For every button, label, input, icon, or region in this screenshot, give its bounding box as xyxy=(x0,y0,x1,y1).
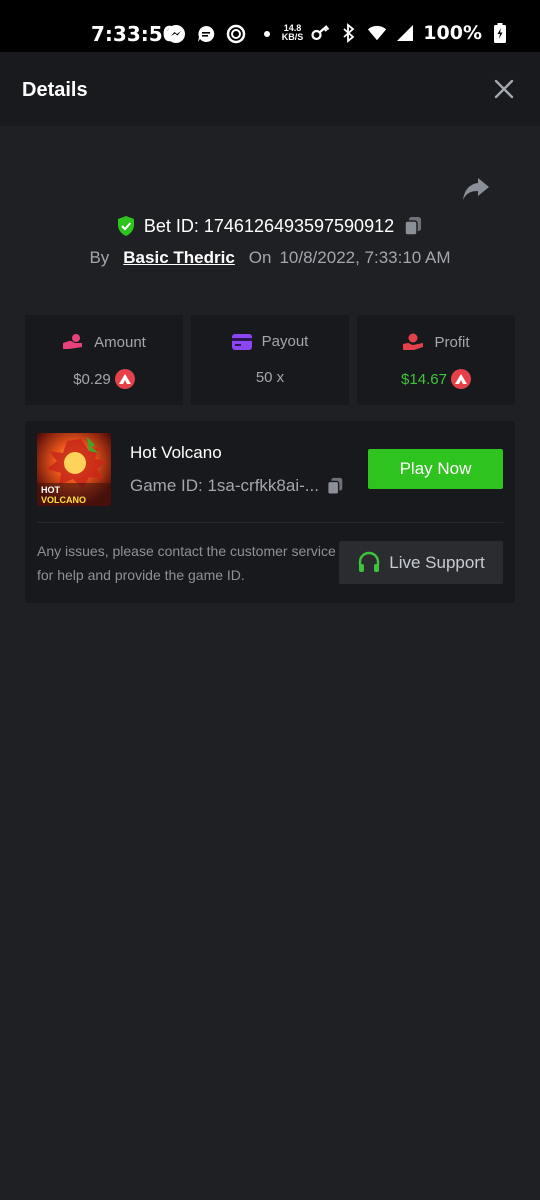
user-link[interactable]: Basic Thedric xyxy=(123,248,235,268)
battery-charging-icon xyxy=(490,23,510,43)
vpn-key-icon xyxy=(311,23,331,43)
more-notifications-dot xyxy=(264,31,270,37)
bluetooth-icon xyxy=(339,23,359,43)
status-bar: 7:33:50 14.8 KB/S 100% xyxy=(0,0,540,52)
coin-icon xyxy=(114,369,135,389)
bet-meta-row: By Basic Thedric On 10/8/2022, 7:33:10 A… xyxy=(0,247,540,269)
live-support-button[interactable]: Live Support xyxy=(339,541,503,584)
profit-icon xyxy=(403,333,424,350)
system-icons: 14.8 KB/S 100% xyxy=(282,22,510,44)
payout-label: Payout xyxy=(261,333,309,350)
game-card: HOT VOLCANO Hot Volcano Game ID: 1sa-crf… xyxy=(25,421,515,603)
coin-icon xyxy=(450,369,471,389)
by-label: By xyxy=(89,248,110,267)
play-now-button[interactable]: Play Now xyxy=(368,449,503,489)
game-id-row: Game ID: 1sa-crfkk8ai-... xyxy=(130,475,345,497)
payout-card: Payout 50 x xyxy=(191,315,349,405)
game-name: Hot Volcano xyxy=(130,443,222,462)
close-icon[interactable] xyxy=(493,78,515,100)
bet-timestamp: 10/8/2022, 7:33:10 AM xyxy=(279,248,451,267)
svg-text:HOT: HOT xyxy=(41,485,61,495)
verified-shield-icon xyxy=(117,216,134,236)
amount-label: Amount xyxy=(94,333,146,351)
amount-card: Amount $0.29 xyxy=(25,315,183,405)
details-header: Details xyxy=(0,52,540,126)
messenger-icon xyxy=(166,24,186,44)
share-icon[interactable] xyxy=(462,176,490,202)
page-title: Details xyxy=(22,79,88,101)
network-speed: 14.8 KB/S xyxy=(281,23,304,42)
divider xyxy=(37,522,503,523)
profit-label: Profit xyxy=(434,333,470,351)
on-label: On xyxy=(248,248,272,267)
game-id: Game ID: 1sa-crfkk8ai-... xyxy=(130,476,319,495)
signal-icon xyxy=(395,23,415,43)
headset-icon xyxy=(359,551,380,572)
profit-value: $14.67 xyxy=(401,370,447,388)
amount-value: $0.29 xyxy=(73,370,111,388)
wifi-icon xyxy=(367,23,387,43)
battery-percent: 100% xyxy=(423,22,482,44)
copy-bet-id-icon[interactable] xyxy=(402,215,424,237)
support-info-text: Any issues, please contact the customer … xyxy=(37,543,336,583)
bet-id-row: Bet ID: 1746126493597590912 xyxy=(0,214,540,238)
payout-card-icon xyxy=(231,333,252,350)
app-circle-icon xyxy=(226,24,246,44)
svg-text:VOLCANO: VOLCANO xyxy=(41,495,86,505)
copy-game-id-icon[interactable] xyxy=(325,475,345,497)
amount-icon xyxy=(63,334,83,349)
notification-icons xyxy=(166,24,270,44)
profit-card: Profit $14.67 xyxy=(357,315,515,405)
payout-value: 50 x xyxy=(255,369,285,386)
game-thumbnail[interactable]: HOT VOLCANO xyxy=(37,433,111,506)
status-time: 7:33:50 xyxy=(91,22,177,46)
chat-icon xyxy=(196,24,216,44)
live-support-label: Live Support xyxy=(389,552,485,572)
bet-id: Bet ID: 1746126493597590912 xyxy=(143,215,395,236)
